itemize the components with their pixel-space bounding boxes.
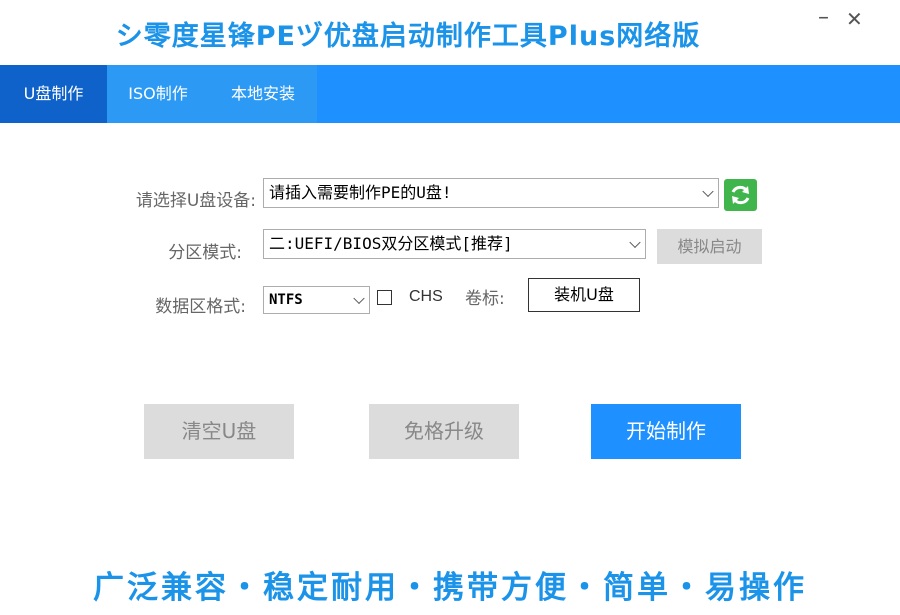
partition-label: 分区模式: xyxy=(168,243,242,263)
slogan-banner: 广泛兼容・稳定耐用・携带方便・简单・易操作 xyxy=(93,570,807,606)
partition-select[interactable]: 二:UEFI/BIOS双分区模式[推荐] xyxy=(263,229,646,259)
device-select-value: 请插入需要制作PE的U盘! xyxy=(269,183,452,202)
minimize-button[interactable]: – xyxy=(818,6,829,30)
fs-select-value: NTFS xyxy=(269,292,303,308)
upgrade-button[interactable]: 免格升级 xyxy=(369,404,519,459)
fs-label: 数据区格式: xyxy=(155,297,246,317)
device-select[interactable]: 请插入需要制作PE的U盘! xyxy=(263,178,719,208)
refresh-button[interactable] xyxy=(724,179,757,211)
tab-usb-make[interactable]: U盘制作 xyxy=(0,65,107,123)
simulate-boot-button[interactable]: 模拟启动 xyxy=(657,229,762,264)
app-title: シ零度星锋PEヅ优盘启动制作工具Plus网络版 xyxy=(115,21,701,52)
chevron-down-icon xyxy=(702,185,714,198)
chevron-down-icon xyxy=(629,236,641,249)
close-button[interactable]: ✕ xyxy=(846,7,863,31)
tab-iso-make[interactable]: ISO制作 xyxy=(107,65,209,123)
tab-local-install[interactable]: 本地安装 xyxy=(209,65,317,123)
clear-usb-button[interactable]: 清空U盘 xyxy=(144,404,294,459)
tab-bar: U盘制作 ISO制作 本地安装 xyxy=(0,65,900,123)
partition-select-value: 二:UEFI/BIOS双分区模式[推荐] xyxy=(269,234,513,253)
chevron-down-icon xyxy=(353,292,365,305)
fs-select[interactable]: NTFS xyxy=(263,286,370,314)
refresh-icon xyxy=(731,185,750,205)
start-make-button[interactable]: 开始制作 xyxy=(591,404,741,459)
chs-label: CHS xyxy=(409,288,443,305)
volume-label: 卷标: xyxy=(465,289,505,309)
device-label: 请选择U盘设备: xyxy=(135,191,256,211)
volume-input[interactable]: 装机U盘 xyxy=(528,278,640,312)
chs-checkbox[interactable] xyxy=(377,290,392,305)
